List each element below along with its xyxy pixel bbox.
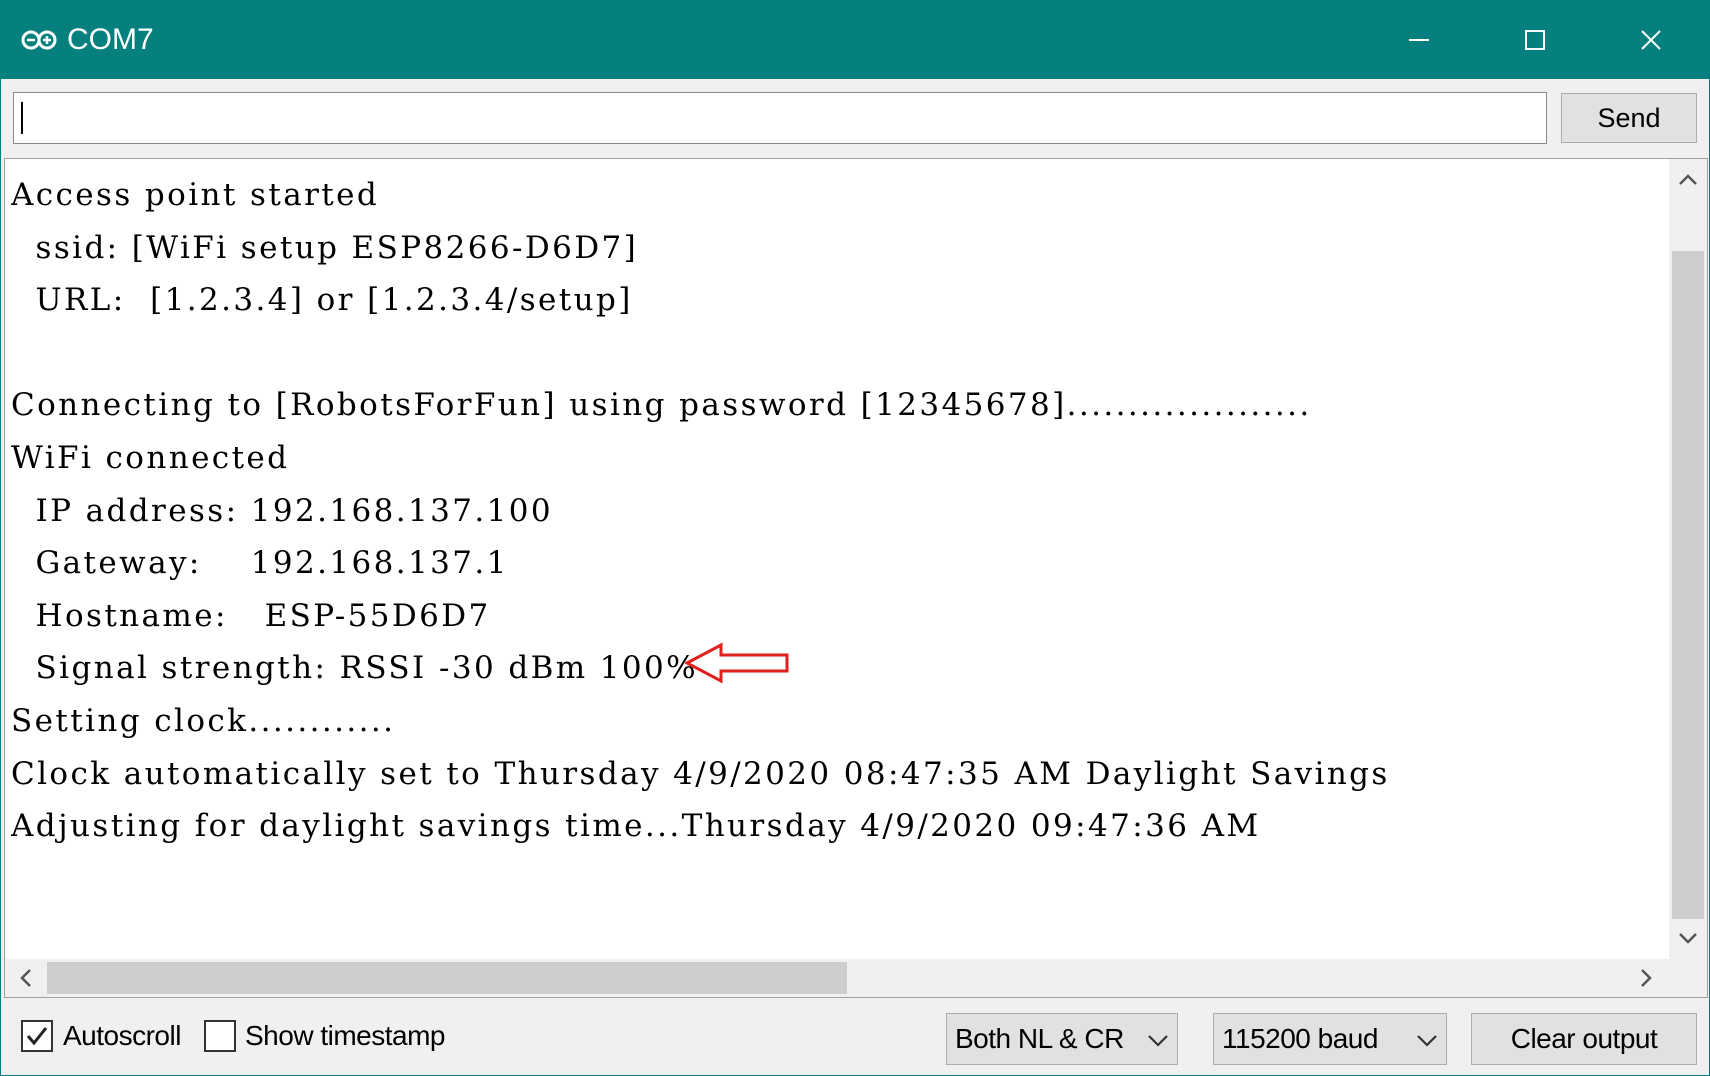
show-timestamp-checkbox[interactable]	[204, 1020, 236, 1052]
annotation-arrow-icon	[685, 642, 789, 684]
output-line: URL: [1.2.3.4] or [1.2.3.4/setup]	[11, 282, 633, 319]
serial-input[interactable]	[13, 92, 1547, 144]
maximize-icon	[1525, 30, 1545, 50]
scrollbar-corner	[1669, 959, 1707, 997]
chevron-down-icon	[1148, 1035, 1168, 1047]
output-line: Access point started	[11, 177, 380, 213]
chevron-down-icon	[1417, 1035, 1437, 1047]
horizontal-scroll-thumb[interactable]	[47, 962, 847, 994]
output-line: Signal strength: RSSI -30 dBm 100%	[11, 650, 699, 687]
horizontal-scrollbar[interactable]	[5, 959, 1669, 997]
output-line: Connecting to [RobotsForFun] using passw…	[11, 387, 1312, 424]
output-line: WiFi connected	[11, 439, 290, 476]
scroll-up-icon[interactable]	[1675, 169, 1701, 191]
autoscroll-label[interactable]: Autoscroll	[63, 1018, 181, 1054]
arduino-logo-icon	[21, 30, 57, 50]
output-line: Hostname: ESP-55D6D7	[11, 597, 491, 634]
baud-rate-select[interactable]: 115200 baud	[1213, 1013, 1447, 1065]
window-title: COM7	[67, 23, 154, 56]
scroll-left-icon[interactable]	[15, 966, 37, 990]
line-ending-select[interactable]: Both NL & CR	[946, 1013, 1178, 1065]
serial-output-text: Access point started ssid: [WiFi setup E…	[11, 169, 1667, 969]
serial-output-pane[interactable]: Access point started ssid: [WiFi setup E…	[4, 158, 1708, 998]
minimize-icon	[1409, 39, 1429, 41]
output-line: Adjusting for daylight savings time...Th…	[11, 808, 1261, 845]
scroll-right-icon[interactable]	[1635, 966, 1657, 990]
close-button[interactable]	[1593, 1, 1709, 79]
serial-monitor-window: COM7 Send Access point started ssid: [Wi…	[0, 0, 1710, 1076]
output-line: ssid: [WiFi setup ESP8266-D6D7]	[11, 229, 639, 266]
minimize-button[interactable]	[1361, 1, 1477, 79]
text-caret	[21, 102, 23, 134]
autoscroll-checkbox[interactable]	[21, 1020, 53, 1052]
output-line: Setting clock............	[11, 702, 396, 739]
output-line: Gateway: 192.168.137.1	[11, 545, 509, 582]
scroll-down-icon[interactable]	[1675, 927, 1701, 949]
title-bar[interactable]: COM7	[1, 1, 1709, 79]
checkmark-icon	[26, 1027, 48, 1046]
maximize-button[interactable]	[1477, 1, 1593, 79]
output-line: Clock automatically set to Thursday 4/9/…	[11, 755, 1390, 792]
close-icon	[1641, 30, 1661, 50]
show-timestamp-label[interactable]: Show timestamp	[245, 1018, 445, 1054]
baud-rate-value: 115200 baud	[1222, 1023, 1378, 1054]
output-line-ip-address: IP address: 192.168.137.100	[11, 492, 553, 529]
clear-output-button[interactable]: Clear output	[1471, 1013, 1697, 1065]
vertical-scrollbar[interactable]	[1669, 159, 1707, 959]
vertical-scroll-thumb[interactable]	[1672, 251, 1704, 919]
line-ending-value: Both NL & CR	[955, 1023, 1124, 1054]
send-button[interactable]: Send	[1561, 93, 1697, 143]
